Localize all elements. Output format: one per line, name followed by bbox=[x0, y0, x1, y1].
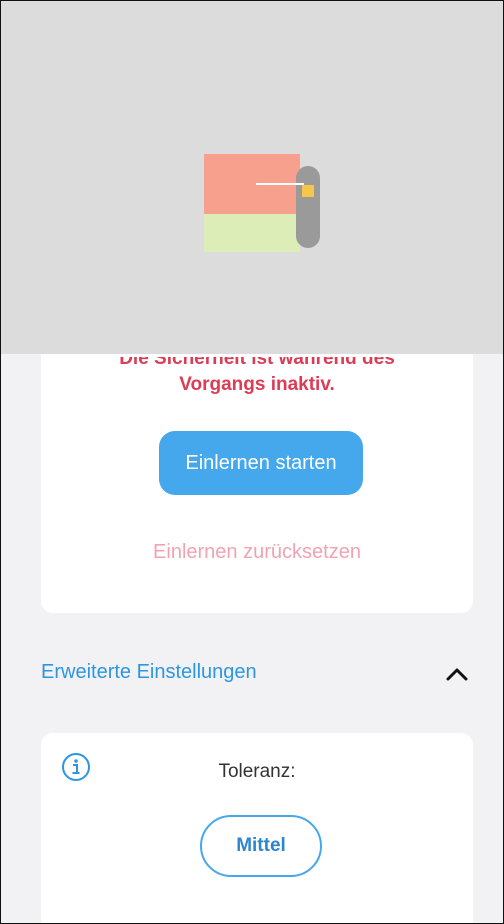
illustration-knob bbox=[302, 185, 314, 197]
advanced-settings-title[interactable]: Erweiterte Einstellungen bbox=[41, 661, 257, 684]
start-teach-in-button[interactable]: Einlernen starten bbox=[159, 431, 363, 495]
tolerance-select-button[interactable]: Mittel bbox=[200, 815, 322, 877]
tolerance-label: Toleranz: bbox=[218, 761, 296, 782]
safety-warning-line-2: Vorgangs inaktiv. bbox=[179, 374, 335, 395]
illustration-rail bbox=[296, 166, 320, 248]
chevron-up-icon[interactable] bbox=[442, 662, 472, 686]
illustration-green-zone bbox=[204, 214, 300, 252]
illustration-indicator-line bbox=[256, 183, 304, 185]
reset-teach-in-link[interactable]: Einlernen zurücksetzen bbox=[41, 541, 473, 564]
app-screen: Die Sicherheit ist während des Vorgangs … bbox=[0, 0, 504, 924]
tolerance-card: Toleranz: Mittel bbox=[41, 733, 473, 923]
loading-overlay bbox=[1, 1, 503, 354]
